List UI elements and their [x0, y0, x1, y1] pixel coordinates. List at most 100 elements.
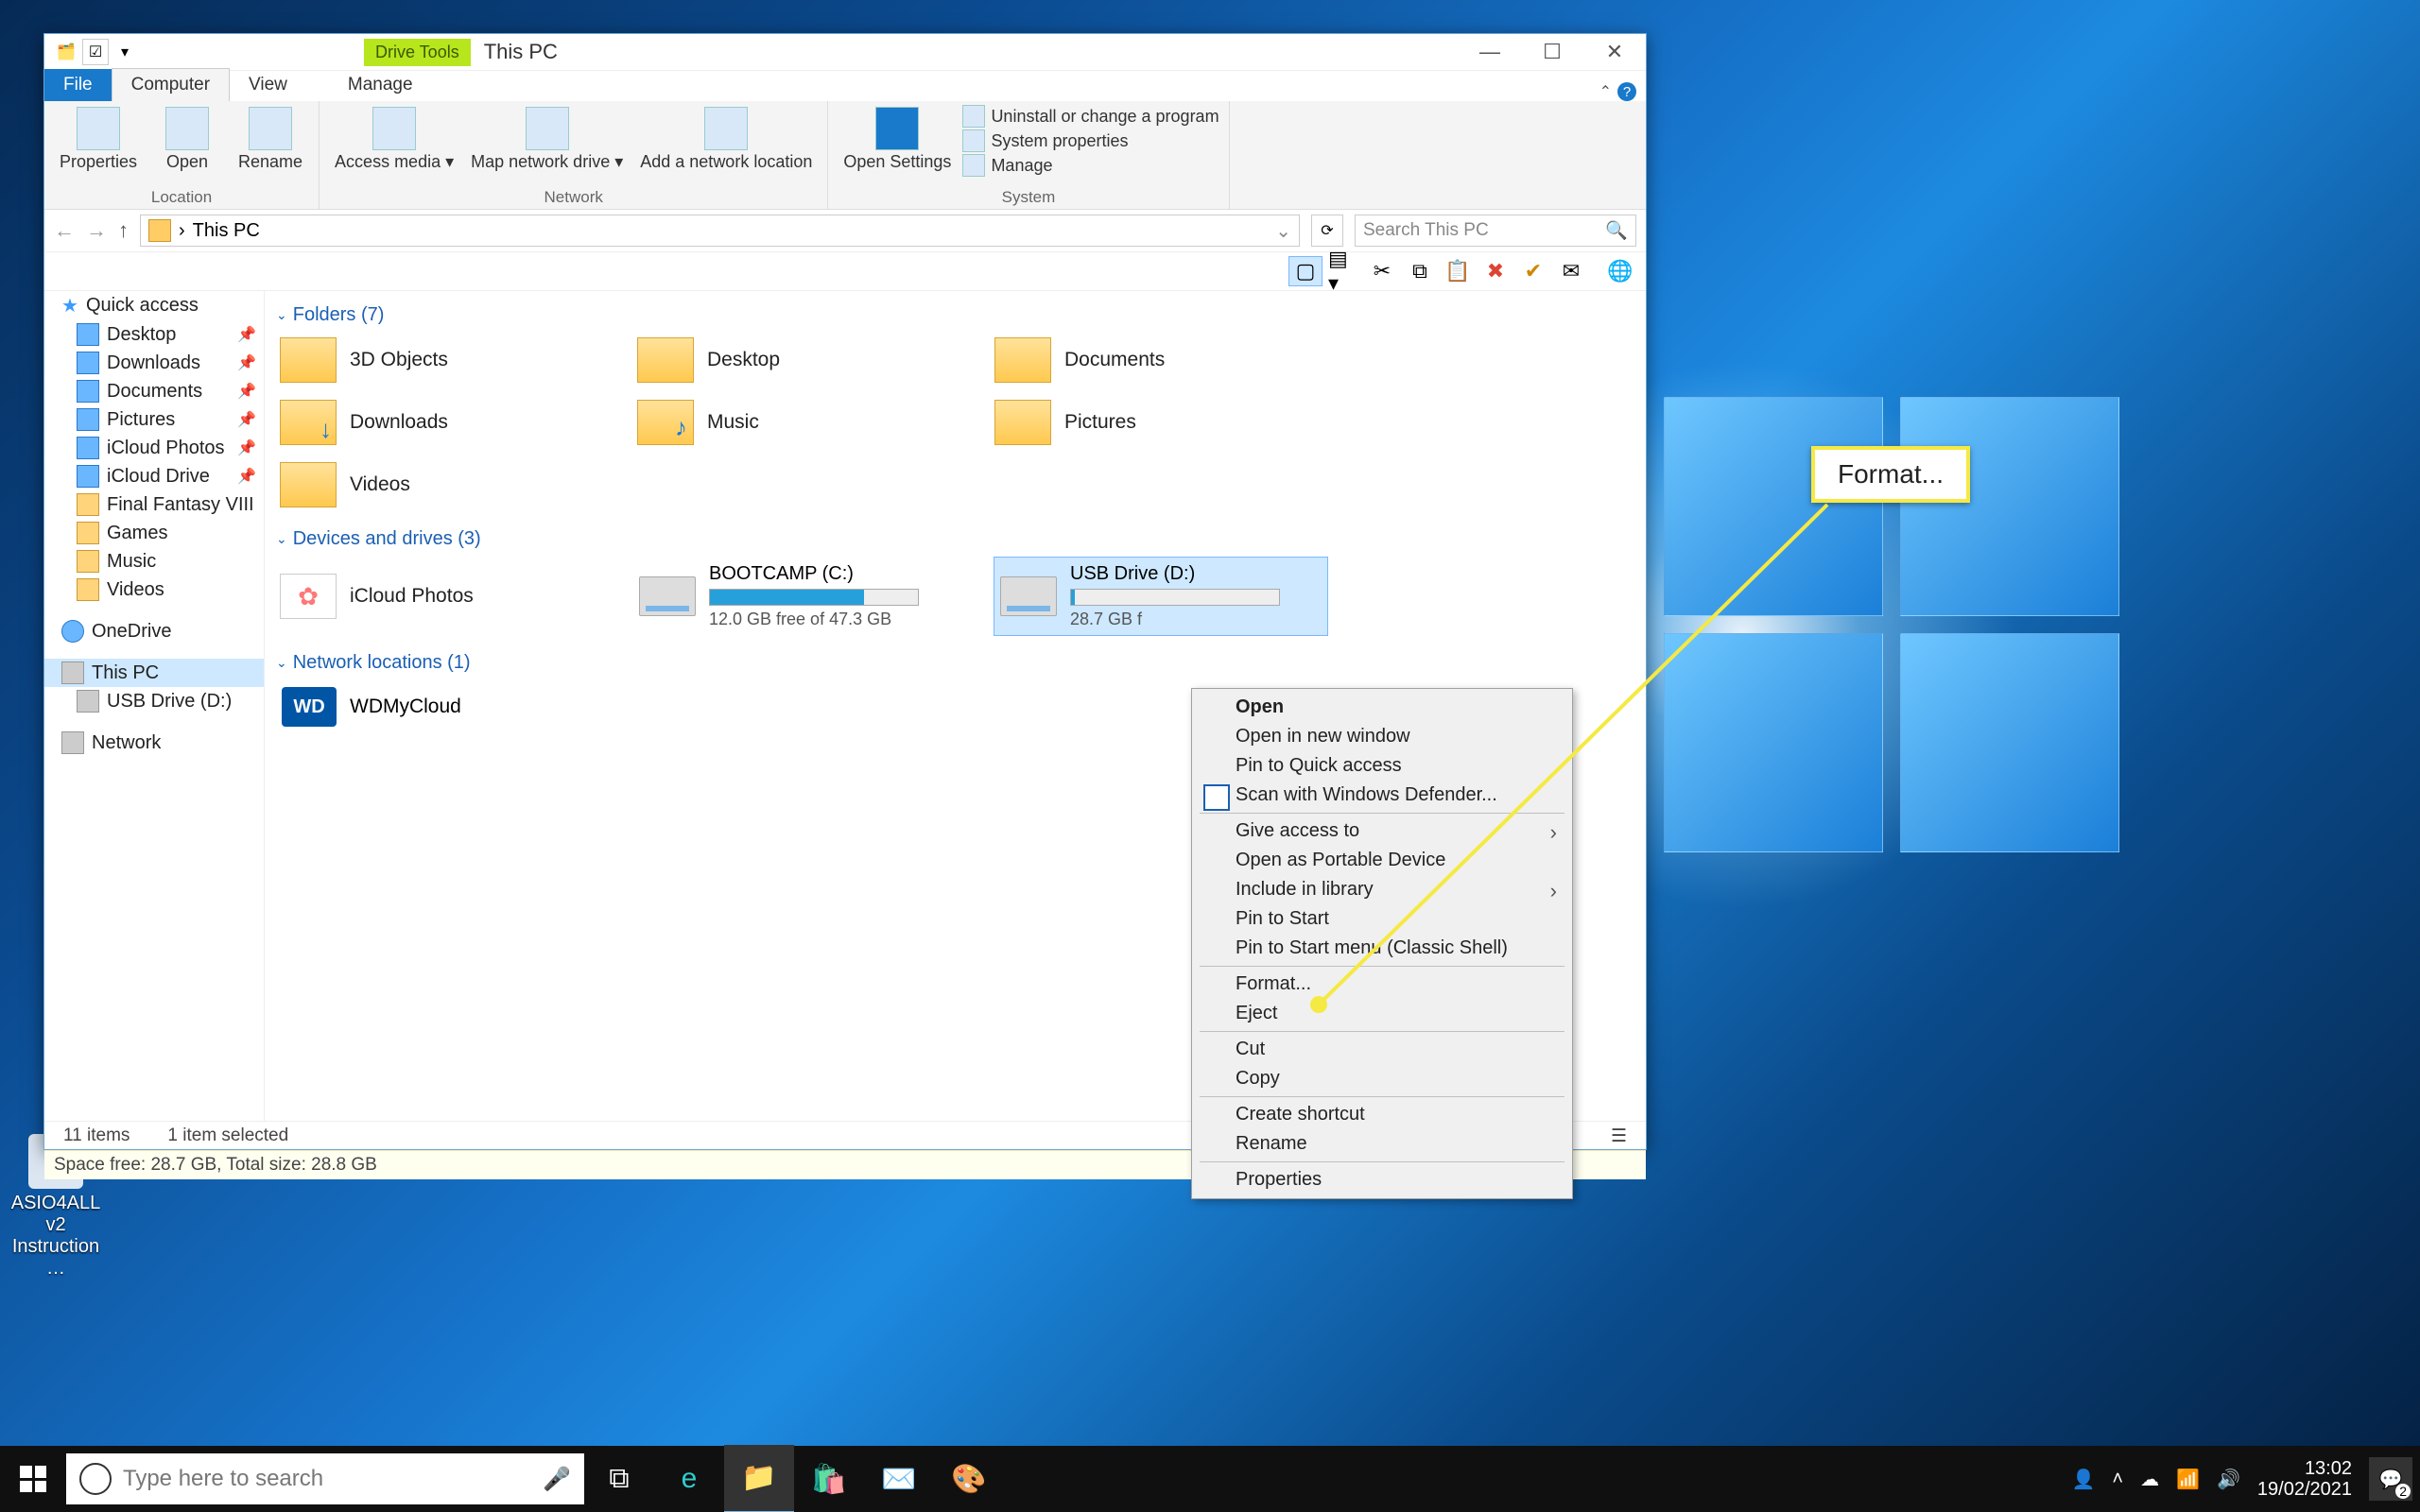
- ctx-properties[interactable]: Properties: [1194, 1165, 1570, 1194]
- close-button[interactable]: ✕: [1583, 34, 1646, 70]
- folder-pictures[interactable]: Pictures: [991, 396, 1320, 449]
- taskbar-paint[interactable]: 🎨: [934, 1446, 1004, 1512]
- open-settings-button[interactable]: Open Settings: [838, 105, 957, 174]
- ctx-open-new-window[interactable]: Open in new window: [1194, 722, 1570, 751]
- access-media-button[interactable]: Access media ▾: [329, 105, 459, 174]
- tray-wifi-icon[interactable]: 📶: [2176, 1468, 2200, 1491]
- task-view-button[interactable]: ⧉: [584, 1446, 654, 1512]
- drive-icloud-photos[interactable]: iCloud Photos: [276, 558, 605, 635]
- section-folders-header[interactable]: ⌄Folders (7): [276, 304, 1634, 326]
- refresh-button[interactable]: ⟳: [1311, 215, 1343, 247]
- taskbar-search[interactable]: Type here to search 🎤: [66, 1453, 584, 1504]
- ctx-create-shortcut[interactable]: Create shortcut: [1194, 1100, 1570, 1129]
- ctx-pin-quick-access[interactable]: Pin to Quick access: [1194, 751, 1570, 781]
- manage-button[interactable]: Manage: [962, 154, 1219, 177]
- tray-overflow-icon[interactable]: ˄: [2112, 1469, 2123, 1490]
- rename-button[interactable]: Rename: [232, 105, 309, 174]
- taskbar-store[interactable]: 🛍️: [794, 1446, 864, 1512]
- ctx-pin-start[interactable]: Pin to Start: [1194, 904, 1570, 934]
- open-button[interactable]: Open: [148, 105, 226, 174]
- ctx-rename[interactable]: Rename: [1194, 1129, 1570, 1159]
- nav-usb-drive[interactable]: USB Drive (D:): [44, 687, 264, 715]
- ctx-format[interactable]: Format...: [1194, 970, 1570, 999]
- nav-ff8[interactable]: Final Fantasy VIII: [44, 490, 264, 519]
- titlebar[interactable]: 🗂️ ☑ ▾ Drive Tools This PC — ☐ ✕: [44, 34, 1646, 71]
- nav-this-pc[interactable]: This PC: [44, 659, 264, 687]
- tab-file[interactable]: File: [44, 69, 112, 101]
- map-drive-button[interactable]: Map network drive ▾: [465, 105, 629, 174]
- tab-manage[interactable]: Manage: [329, 69, 432, 101]
- properties-icon[interactable]: ✉: [1555, 257, 1587, 285]
- folder-3d-objects[interactable]: 3D Objects: [276, 334, 605, 387]
- tray-onedrive-icon[interactable]: ☁: [2140, 1468, 2159, 1491]
- ctx-copy[interactable]: Copy: [1194, 1064, 1570, 1093]
- ctx-scan-defender[interactable]: Scan with Windows Defender...: [1194, 781, 1570, 810]
- search-input[interactable]: Search This PC 🔍: [1355, 215, 1636, 247]
- ctx-pin-start-classic[interactable]: Pin to Start menu (Classic Shell): [1194, 934, 1570, 963]
- breadcrumb[interactable]: › This PC ⌄: [140, 215, 1300, 247]
- nav-games[interactable]: Games: [44, 519, 264, 547]
- nav-icloud-photos[interactable]: iCloud Photos📌: [44, 434, 264, 462]
- forward-button[interactable]: →: [86, 218, 107, 243]
- ctx-give-access[interactable]: Give access to: [1194, 816, 1570, 846]
- folder-desktop[interactable]: Desktop: [633, 334, 962, 387]
- network-location-wdmycloud[interactable]: WDWDMyCloud: [276, 681, 609, 732]
- drive-bootcamp-c[interactable]: BOOTCAMP (C:) 12.0 GB free of 47.3 GB: [633, 558, 966, 635]
- nav-documents[interactable]: Documents📌: [44, 377, 264, 405]
- view-pane-button[interactable]: ▢: [1288, 256, 1322, 286]
- paste-icon[interactable]: 📋: [1442, 257, 1474, 285]
- taskbar[interactable]: Type here to search 🎤 ⧉ e 📁 🛍️ ✉️ 🎨 👤 ˄ …: [0, 1446, 2420, 1512]
- chevron-right-icon[interactable]: ›: [179, 220, 185, 242]
- folder-music[interactable]: Music: [633, 396, 962, 449]
- view-layout-button[interactable]: ▤ ▾: [1328, 257, 1360, 285]
- action-center-button[interactable]: 💬2: [2369, 1457, 2412, 1501]
- qat-dropdown-icon[interactable]: ▾: [112, 40, 137, 64]
- ctx-include-library[interactable]: Include in library: [1194, 875, 1570, 904]
- tab-view[interactable]: View: [230, 69, 306, 101]
- system-properties-button[interactable]: System properties: [962, 129, 1219, 152]
- properties-button[interactable]: Properties: [54, 105, 143, 174]
- folder-downloads[interactable]: Downloads: [276, 396, 605, 449]
- ctx-portable-device[interactable]: Open as Portable Device: [1194, 846, 1570, 875]
- help-icon[interactable]: ?: [1617, 82, 1636, 101]
- nav-onedrive[interactable]: OneDrive: [44, 617, 264, 645]
- delete-icon[interactable]: ✖: [1479, 257, 1512, 285]
- nav-pictures[interactable]: Pictures📌: [44, 405, 264, 434]
- start-button[interactable]: [0, 1446, 66, 1512]
- add-network-location-button[interactable]: Add a network location: [634, 105, 818, 174]
- folder-documents[interactable]: Documents: [991, 334, 1320, 387]
- nav-pane[interactable]: ★Quick access Desktop📌 Downloads📌 Docume…: [44, 291, 265, 1121]
- minimize-button[interactable]: —: [1459, 34, 1521, 70]
- chevron-down-icon[interactable]: ⌄: [1275, 219, 1291, 243]
- up-button[interactable]: ↑: [118, 218, 129, 243]
- copy-icon[interactable]: ⧉: [1404, 257, 1436, 285]
- nav-network[interactable]: Network: [44, 729, 264, 757]
- nav-quick-access[interactable]: ★Quick access: [44, 291, 264, 320]
- tray-volume-icon[interactable]: 🔊: [2217, 1468, 2240, 1491]
- taskbar-mail[interactable]: ✉️: [864, 1446, 934, 1512]
- maximize-button[interactable]: ☐: [1521, 34, 1583, 70]
- uninstall-button[interactable]: Uninstall or change a program: [962, 105, 1219, 128]
- taskbar-edge[interactable]: e: [654, 1446, 724, 1512]
- taskbar-explorer[interactable]: 📁: [724, 1445, 794, 1512]
- ctx-eject[interactable]: Eject: [1194, 999, 1570, 1028]
- ctx-open[interactable]: Open: [1194, 693, 1570, 722]
- tab-computer[interactable]: Computer: [112, 68, 230, 101]
- view-details-icon[interactable]: ☰: [1611, 1125, 1627, 1147]
- breadcrumb-segment[interactable]: This PC: [193, 220, 260, 242]
- qat-button[interactable]: ☑: [82, 39, 109, 65]
- nav-music[interactable]: Music: [44, 547, 264, 576]
- tray-people-icon[interactable]: 👤: [2071, 1468, 2095, 1491]
- mic-icon[interactable]: 🎤: [543, 1466, 571, 1493]
- collapse-ribbon-icon[interactable]: ⌃: [1599, 82, 1612, 101]
- section-network-header[interactable]: ⌄Network locations (1): [276, 652, 1634, 674]
- cut-icon[interactable]: ✂: [1366, 257, 1398, 285]
- back-button[interactable]: ←: [54, 218, 75, 243]
- search-icon[interactable]: 🔍: [1605, 219, 1628, 242]
- nav-desktop[interactable]: Desktop📌: [44, 320, 264, 349]
- section-drives-header[interactable]: ⌄Devices and drives (3): [276, 528, 1634, 550]
- nav-videos[interactable]: Videos: [44, 576, 264, 604]
- tray-clock[interactable]: 13:02 19/02/2021: [2257, 1458, 2352, 1500]
- drive-usb-d[interactable]: USB Drive (D:) 28.7 GB f: [994, 558, 1327, 635]
- folder-videos[interactable]: Videos: [276, 458, 605, 511]
